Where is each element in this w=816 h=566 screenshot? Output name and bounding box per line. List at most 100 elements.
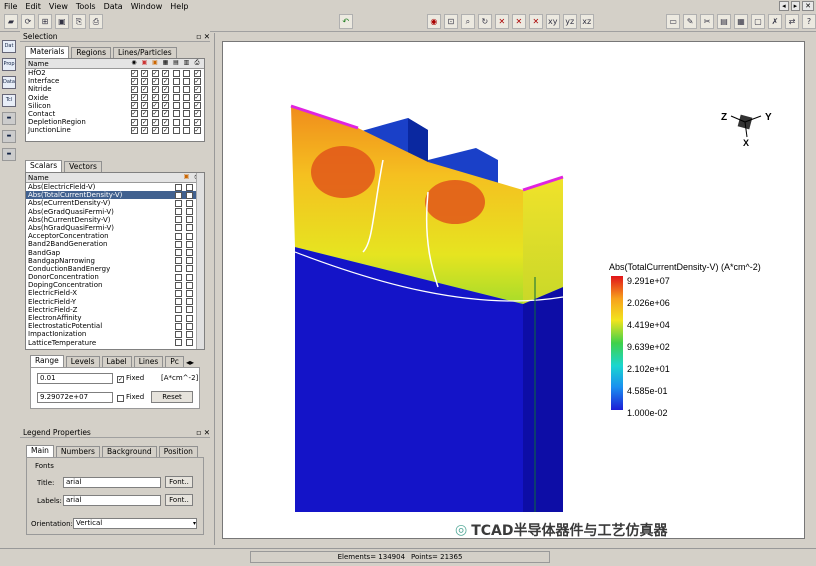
lock-icon[interactable]: ▣ [141,59,148,67]
print-icon[interactable]: ⎙ [194,59,201,67]
chart-icon[interactable]: ▤ [717,14,732,29]
scalar-checkbox[interactable] [185,322,193,330]
scalar-checkbox[interactable] [185,306,193,314]
material-checkbox[interactable]: ✓ [193,94,201,102]
material-checkbox[interactable] [183,102,190,110]
window-close-button[interactable]: ✕ [802,1,814,11]
help-icon[interactable]: ? [802,14,816,29]
material-checkbox[interactable]: ✓ [193,85,201,93]
scalar-checkbox[interactable] [185,273,193,281]
material-checkbox[interactable]: ✓ [151,118,159,126]
scalar-checkbox[interactable] [175,183,182,191]
axis-y-icon[interactable]: ✕ [511,14,526,29]
scalar-checkbox[interactable] [175,249,182,256]
material-checkbox[interactable]: ✓ [162,77,169,85]
material-checkbox[interactable]: ✓ [193,126,201,134]
menu-help[interactable]: Help [166,2,192,11]
tab-lines-particles[interactable]: Lines/Particles [112,47,177,58]
scalar-checkbox[interactable] [175,339,182,347]
material-checkbox[interactable]: ✓ [151,126,159,134]
scalar-checkbox[interactable] [185,281,193,289]
yz-icon[interactable]: yz [562,14,577,29]
scalar-checkbox[interactable] [185,208,193,216]
scalars-scrollbar[interactable] [196,173,204,349]
list-item[interactable]: LatticeTemperature [26,339,204,347]
list-item[interactable]: DepletionRegion ✓ ✓ ✓ ✓ ✓ [26,118,204,126]
material-checkbox[interactable]: ✓ [141,69,148,77]
material-checkbox[interactable]: ✓ [162,85,169,93]
properties-icon[interactable]: Prop [2,58,16,71]
list-item[interactable]: Band2BandGeneration [26,240,204,248]
scalar-checkbox[interactable] [175,281,182,289]
axis-x-icon[interactable]: ✕ [494,14,509,29]
material-checkbox[interactable] [172,77,180,85]
material-checkbox[interactable]: ✓ [162,94,169,102]
menu-data[interactable]: Data [100,2,127,11]
tab-scalars[interactable]: Scalars [25,160,63,172]
list-item[interactable]: BandgapNarrowing [26,257,204,265]
list-item[interactable]: ImpactIonization [26,330,204,338]
material-checkbox[interactable]: ✓ [130,118,138,126]
snapshot-icon[interactable]: ▣ [54,14,69,29]
clip-icon[interactable]: ▥ [183,59,190,67]
panel-close-icon[interactable]: ▫ ✕ [196,428,210,437]
dataset-icon[interactable]: Dat [2,40,16,53]
scalar-checkbox[interactable] [175,314,182,322]
material-checkbox[interactable]: ✓ [162,118,169,126]
title-font-input[interactable]: arial [63,477,161,488]
material-checkbox[interactable]: ✓ [141,85,148,93]
list-item[interactable]: Abs(hCurrentDensity-V) [26,216,204,224]
list-item[interactable]: Abs(TotalCurrentDensity-V) ✓ [26,191,204,200]
panel-splitter[interactable] [214,33,215,545]
list-item[interactable]: ElectricField-X [26,289,204,297]
material-checkbox[interactable] [172,126,180,134]
material-checkbox[interactable] [183,94,190,102]
eye-icon[interactable]: ◉ [426,14,441,29]
list-item[interactable]: Abs(eCurrentDensity-V) [26,199,204,207]
material-checkbox[interactable]: ✓ [151,77,159,85]
scalar-checkbox[interactable] [185,216,193,224]
material-checkbox[interactable] [172,118,180,126]
tab-levels[interactable]: Levels [65,356,100,367]
close-view-icon[interactable]: ✗ [768,14,783,29]
material-checkbox[interactable]: ✓ [130,69,138,77]
material-checkbox[interactable] [172,102,180,110]
material-checkbox[interactable]: ✓ [151,102,159,110]
material-checkbox[interactable]: ✓ [193,77,201,85]
bulk-icon[interactable]: ▣ [183,173,190,181]
material-checkbox[interactable]: ✓ [193,118,201,126]
material-checkbox[interactable] [183,118,190,126]
labels-font-input[interactable]: arial [63,495,161,506]
material-checkbox[interactable] [183,69,190,77]
menu-file[interactable]: File [0,2,21,11]
sync-icon[interactable]: ⇄ [785,14,799,29]
list-item[interactable]: Contact ✓ ✓ ✓ ✓ ✓ [26,110,204,118]
list-item[interactable]: Nitride ✓ ✓ ✓ ✓ ✓ [26,85,204,93]
clapper-icon[interactable]: ▬ [2,112,16,125]
scalar-checkbox[interactable] [185,199,193,207]
material-checkbox[interactable] [183,85,190,93]
list-item[interactable]: Interface ✓ ✓ ✓ ✓ ✓ [26,77,204,85]
material-checkbox[interactable]: ✓ [141,126,148,134]
material-checkbox[interactable] [172,69,180,77]
scalar-checkbox[interactable] [175,306,182,314]
tab-position[interactable]: Position [158,446,198,457]
list-item[interactable]: ElectronAffinity [26,314,204,322]
tree-icon[interactable]: ⊞ [37,14,52,29]
material-checkbox[interactable]: ✓ [141,77,148,85]
scalar-checkbox[interactable] [175,208,182,216]
list-item[interactable]: Oxide ✓ ✓ ✓ ✓ ✓ [26,94,204,102]
scalar-checkbox[interactable] [185,249,193,256]
labels-font-button[interactable]: Font.. [165,494,193,506]
zoom-fit-icon[interactable]: ⊡ [443,14,458,29]
probe-icon[interactable]: ✎ [683,14,698,29]
material-checkbox[interactable]: ✓ [151,69,159,77]
material-checkbox[interactable]: ✓ [193,110,201,118]
xy-icon[interactable]: xy [545,14,560,29]
list-item[interactable]: Abs(hGradQuasiFermi-V) [26,224,204,232]
material-checkbox[interactable]: ✓ [151,85,159,93]
tab-regions[interactable]: Regions [71,47,111,58]
scalar-checkbox[interactable] [175,224,182,232]
scalar-checkbox[interactable] [175,298,182,306]
scalar-checkbox[interactable] [175,199,182,207]
